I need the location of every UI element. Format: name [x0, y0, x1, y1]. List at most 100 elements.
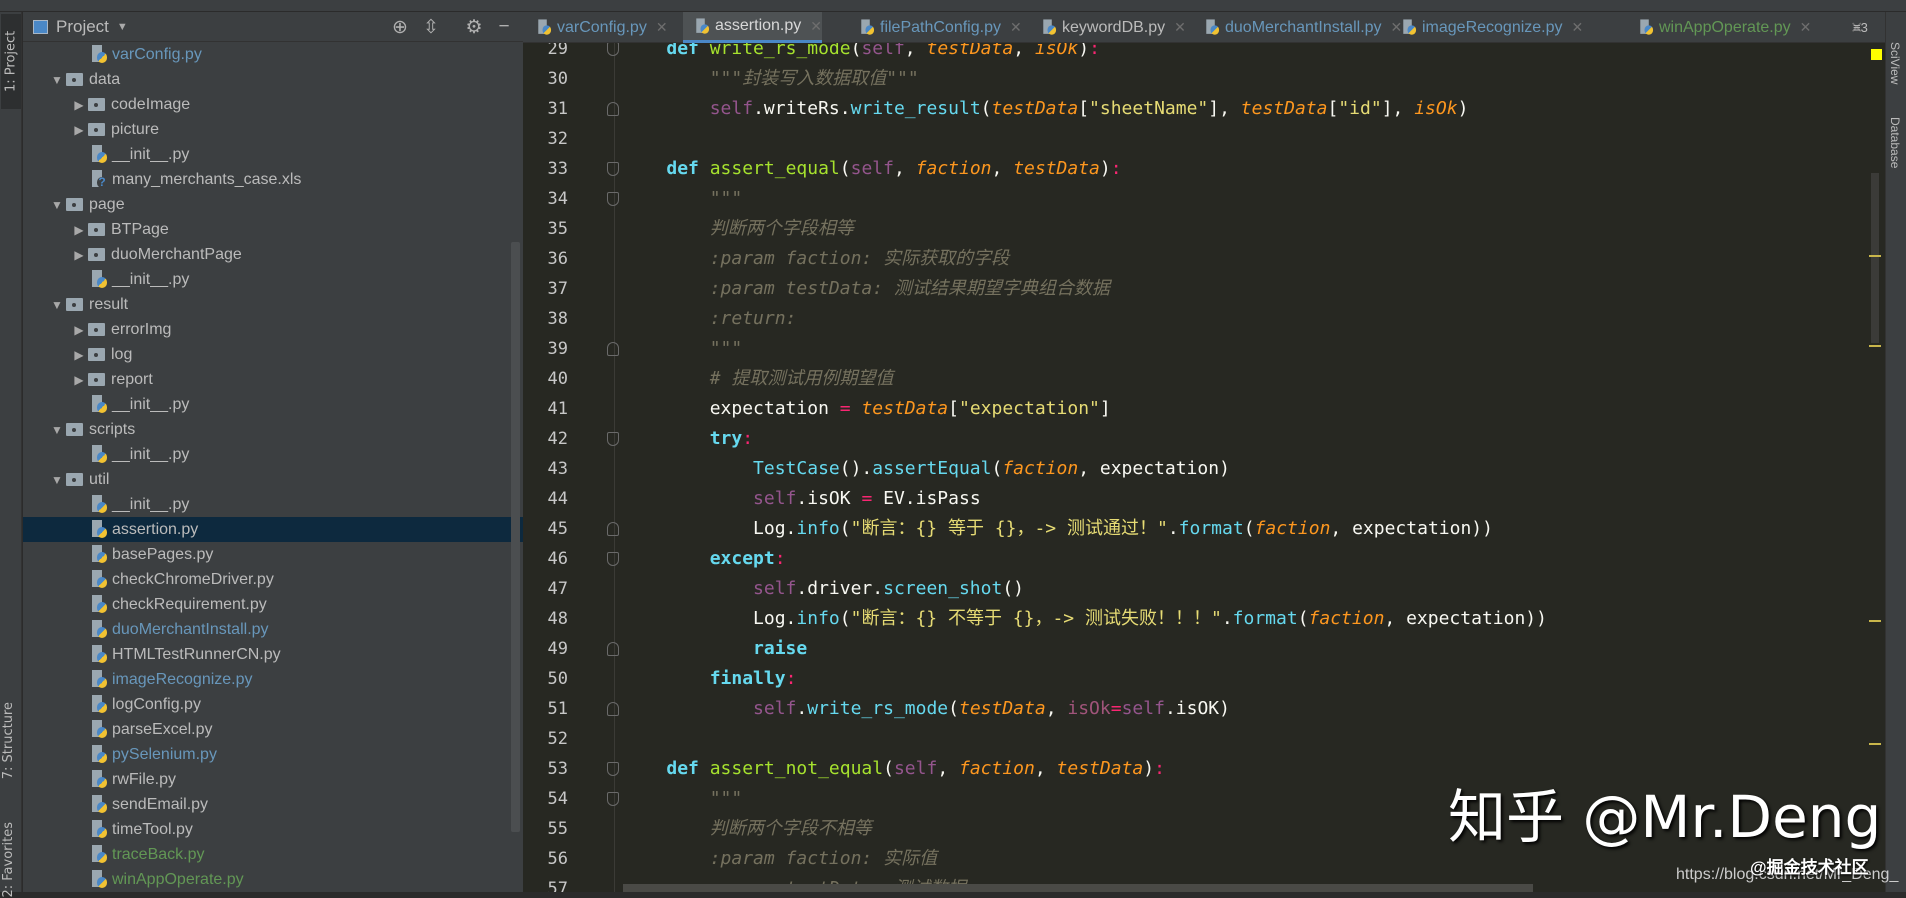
tree-item[interactable]: parseExcel.py: [23, 717, 523, 742]
fold-marker-icon[interactable]: [607, 43, 619, 56]
tree-item[interactable]: duoMerchantInstall.py: [23, 617, 523, 642]
fold-marker-icon[interactable]: [607, 552, 619, 566]
tree-item[interactable]: basePages.py: [23, 542, 523, 567]
collapse-all-icon[interactable]: ⇳: [420, 16, 442, 39]
error-stripe-mark[interactable]: [1869, 620, 1881, 622]
tree-item[interactable]: __init__.py: [23, 442, 523, 467]
locate-icon[interactable]: ⊕: [389, 16, 411, 39]
collapsed-arrow-icon[interactable]: ▶: [70, 98, 88, 112]
expanded-arrow-icon[interactable]: ▼: [48, 73, 66, 87]
tree-item[interactable]: ▶ report: [23, 367, 523, 392]
expanded-arrow-icon[interactable]: ▼: [48, 298, 66, 312]
fold-marker-icon[interactable]: [607, 642, 619, 656]
code-token: """: [709, 188, 743, 209]
collapsed-arrow-icon[interactable]: ▶: [70, 223, 88, 237]
tree-item[interactable]: __init__.py: [23, 492, 523, 517]
tree-item[interactable]: imageRecognize.py: [23, 667, 523, 692]
fold-marker-icon[interactable]: [607, 162, 619, 176]
project-view-selector[interactable]: Project: [56, 17, 109, 37]
fold-marker-icon[interactable]: [607, 702, 619, 716]
tree-item[interactable]: winAppOperate.py: [23, 867, 523, 892]
tree-item[interactable]: ▶ errorImg: [23, 317, 523, 342]
error-stripe-mark[interactable]: [1869, 255, 1881, 257]
code-editor[interactable]: 29 def write_rs_mode(self, testData, isO…: [523, 43, 1885, 892]
gear-icon[interactable]: ⚙: [463, 16, 485, 39]
code-token: (: [839, 608, 851, 629]
collapsed-arrow-icon[interactable]: ▶: [70, 323, 88, 337]
tree-item[interactable]: ▶ duoMerchantPage: [23, 242, 523, 267]
collapsed-arrow-icon[interactable]: ▶: [70, 123, 88, 137]
tree-item[interactable]: assertion.py: [23, 517, 523, 542]
tree-item-label: data: [89, 70, 121, 88]
chevron-down-icon[interactable]: ▼: [117, 21, 128, 33]
close-icon[interactable]: ✕: [1174, 19, 1186, 36]
error-stripe-mark[interactable]: [1869, 743, 1881, 745]
code-token: .isOK: [796, 488, 862, 509]
project-icon: [33, 19, 48, 34]
close-icon[interactable]: ✕: [810, 18, 822, 35]
tab-assertion-py[interactable]: assertion.py ✕: [683, 12, 822, 43]
close-icon[interactable]: ✕: [1800, 19, 1812, 36]
tree-item[interactable]: __init__.py: [23, 392, 523, 417]
tab-keyworddb-py[interactable]: keywordDB.py ✕: [1030, 12, 1186, 43]
tree-item[interactable]: ▶ picture: [23, 117, 523, 142]
collapsed-arrow-icon[interactable]: ▶: [70, 248, 88, 262]
tab-overflow-button[interactable]: ≡3: [1841, 12, 1868, 43]
fold-marker-icon[interactable]: [607, 762, 619, 776]
collapsed-arrow-icon[interactable]: ▶: [70, 348, 88, 362]
error-stripe-mark[interactable]: [1869, 345, 1881, 347]
editor-vertical-scrollbar[interactable]: [1871, 173, 1879, 343]
tree-item[interactable]: many_merchants_case.xls: [23, 167, 523, 192]
tree-item[interactable]: checkChromeDriver.py: [23, 567, 523, 592]
fold-marker-icon[interactable]: [607, 342, 619, 356]
favorites-tool-button[interactable]: 2: Favorites: [1, 822, 16, 898]
close-icon[interactable]: ✕: [656, 19, 668, 36]
database-tool-button[interactable]: Database: [1888, 117, 1902, 168]
tab-winappoperate-py[interactable]: winAppOperate.py ✕: [1627, 12, 1811, 43]
sciview-tool-button[interactable]: SciView: [1888, 42, 1902, 84]
tree-item[interactable]: ▶ log: [23, 342, 523, 367]
tree-item[interactable]: ▼ data: [23, 67, 523, 92]
tree-item[interactable]: __init__.py: [23, 267, 523, 292]
tree-item[interactable]: varConfig.py: [23, 42, 523, 67]
code-token: .driver.: [796, 578, 884, 599]
tab-imagerecognize-py[interactable]: imageRecognize.py ✕: [1390, 12, 1583, 43]
tree-item[interactable]: pySelenium.py: [23, 742, 523, 767]
tree-item[interactable]: __init__.py: [23, 142, 523, 167]
tree-item[interactable]: timeTool.py: [23, 817, 523, 842]
fold-marker-icon[interactable]: [607, 192, 619, 206]
tree-item[interactable]: checkRequirement.py: [23, 592, 523, 617]
project-tool-button[interactable]: 1: Project: [1, 14, 21, 109]
inspection-status-icon[interactable]: [1871, 49, 1882, 60]
project-scrollbar[interactable]: [511, 242, 520, 832]
tree-item[interactable]: traceBack.py: [23, 842, 523, 867]
tree-item[interactable]: sendEmail.py: [23, 792, 523, 817]
tree-item[interactable]: ▼ page: [23, 192, 523, 217]
fold-marker-icon[interactable]: [607, 102, 619, 116]
tree-item[interactable]: rwFile.py: [23, 767, 523, 792]
editor-horizontal-scrollbar[interactable]: [623, 884, 1533, 892]
tab-filepathconfig-py[interactable]: filePathConfig.py ✕: [848, 12, 1022, 43]
expanded-arrow-icon[interactable]: ▼: [48, 198, 66, 212]
tab-duomerchantinstall-py[interactable]: duoMerchantInstall.py ✕: [1193, 12, 1402, 43]
close-icon[interactable]: ✕: [1010, 19, 1022, 36]
fold-marker-icon[interactable]: [607, 432, 619, 446]
collapsed-arrow-icon[interactable]: ▶: [70, 373, 88, 387]
tab-varconfig-py[interactable]: varConfig.py ✕: [525, 12, 668, 43]
fold-marker-icon[interactable]: [607, 792, 619, 806]
tree-item[interactable]: ▼ scripts: [23, 417, 523, 442]
structure-tool-button[interactable]: 7: Structure: [1, 702, 16, 779]
tree-item[interactable]: logConfig.py: [23, 692, 523, 717]
tree-item-label: basePages.py: [112, 545, 214, 563]
tree-item[interactable]: HTMLTestRunnerCN.py: [23, 642, 523, 667]
tree-item[interactable]: ▼ result: [23, 292, 523, 317]
expanded-arrow-icon[interactable]: ▼: [48, 423, 66, 437]
tree-item[interactable]: ▶ codeImage: [23, 92, 523, 117]
fold-marker-icon[interactable]: [607, 522, 619, 536]
hide-icon[interactable]: −: [493, 16, 515, 38]
tree-item[interactable]: ▼ util: [23, 467, 523, 492]
tree-item[interactable]: ▶ BTPage: [23, 217, 523, 242]
close-icon[interactable]: ✕: [1572, 19, 1584, 36]
expanded-arrow-icon[interactable]: ▼: [48, 473, 66, 487]
